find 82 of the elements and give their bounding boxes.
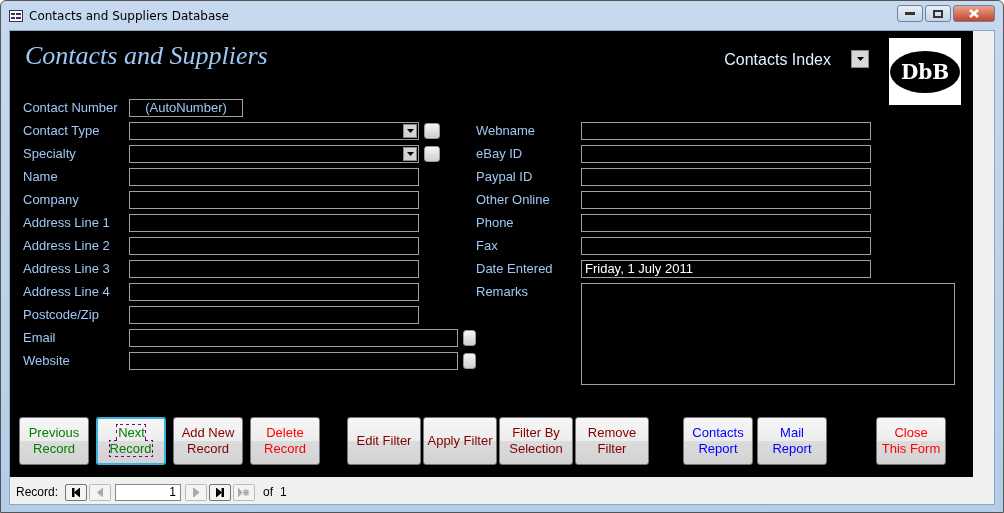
form-button[interactable]: Delete Record <box>250 417 320 465</box>
input-field[interactable] <box>581 122 871 140</box>
input-field[interactable] <box>129 237 419 255</box>
small-button[interactable] <box>424 123 440 139</box>
field-label: Webname <box>476 122 536 140</box>
form-title: Contacts and Suppliers <box>25 41 268 71</box>
index-dropdown[interactable] <box>851 50 869 68</box>
field-label: Paypal ID <box>476 168 534 186</box>
field-label: Address Line 3 <box>23 260 111 278</box>
form-button[interactable]: Add New Record <box>173 417 243 465</box>
field-label: Remarks <box>476 283 529 301</box>
dropdown-button[interactable] <box>403 147 417 161</box>
dropdown-arrow-icon <box>406 129 414 133</box>
input-field[interactable] <box>129 214 419 232</box>
field-label: Name <box>23 168 59 186</box>
field-label: Address Line 2 <box>23 237 111 255</box>
input-field[interactable] <box>129 306 419 324</box>
input-field[interactable] <box>581 168 871 186</box>
field-label: Address Line 1 <box>23 214 111 232</box>
field-label: Company <box>23 191 80 209</box>
new-record-icon <box>238 487 251 497</box>
dropdown-arrow-icon <box>406 152 414 156</box>
field-label: Address Line 4 <box>23 283 111 301</box>
record-of-label: of <box>263 485 274 499</box>
form-button[interactable]: Apply Filter <box>423 417 497 465</box>
field-label: Contact Type <box>23 122 101 140</box>
input-field[interactable] <box>581 191 871 209</box>
field-label: Postcode/Zip <box>23 306 100 324</box>
small-button[interactable] <box>462 353 476 369</box>
input-field[interactable] <box>581 237 871 255</box>
minimize-icon <box>905 12 915 15</box>
input-field[interactable] <box>581 214 871 232</box>
dropdown-button[interactable] <box>403 124 417 138</box>
previous-record-icon <box>97 487 104 497</box>
record-number-field[interactable]: 1 <box>115 483 182 501</box>
form-button[interactable]: Edit Filter <box>347 417 421 465</box>
field-label: Other Online <box>476 191 551 209</box>
combo-box[interactable] <box>129 145 419 163</box>
window-title: Contacts and Suppliers Database <box>29 8 230 23</box>
logo-text: DbB <box>890 50 960 93</box>
form-button[interactable]: Previous Record <box>19 417 89 465</box>
form-icon <box>9 9 23 22</box>
form-button[interactable]: Contacts Report <box>683 417 753 465</box>
small-button[interactable] <box>424 146 440 162</box>
field-label: eBay ID <box>476 145 524 163</box>
form-button[interactable]: Remove Filter <box>575 417 649 465</box>
field-label: Email <box>23 329 57 347</box>
dropdown-arrow-icon <box>856 57 864 61</box>
maximize-icon <box>933 9 943 18</box>
close-button[interactable] <box>953 5 995 22</box>
field-label: Fax <box>476 237 499 255</box>
input-field[interactable] <box>581 145 871 163</box>
record-label: Record: <box>16 485 59 499</box>
form-button[interactable]: Filter By Selection <box>499 417 573 465</box>
input-field: (AutoNumber) <box>129 99 243 117</box>
input-field[interactable]: Friday, 1 July 2011 <box>581 260 871 278</box>
close-icon <box>969 9 979 18</box>
field-label: Specialty <box>23 145 77 163</box>
combo-box[interactable] <box>129 122 419 140</box>
last-record-button[interactable] <box>209 483 232 501</box>
input-field[interactable] <box>129 191 419 209</box>
index-label: Contacts Index <box>724 51 831 69</box>
next-record-icon <box>193 487 200 497</box>
input-field[interactable] <box>129 329 458 347</box>
input-field[interactable] <box>129 260 419 278</box>
minimize-button[interactable] <box>897 5 923 22</box>
field-label: Contact Number <box>23 99 119 117</box>
input-field[interactable] <box>129 352 458 370</box>
form-button[interactable]: Mail Report <box>757 417 827 465</box>
first-record-icon <box>72 487 81 497</box>
input-field[interactable] <box>129 168 419 186</box>
memo-field[interactable] <box>581 283 955 385</box>
input-field[interactable] <box>129 283 419 301</box>
field-label: Website <box>23 352 71 370</box>
first-record-button[interactable] <box>65 483 88 501</box>
form-button[interactable]: Next Record <box>96 417 166 465</box>
field-label: Phone <box>476 214 515 232</box>
record-total: 1 <box>280 485 287 499</box>
field-label: Date Entered <box>476 260 554 278</box>
maximize-button[interactable] <box>925 5 951 22</box>
last-record-icon <box>216 487 225 497</box>
small-button[interactable] <box>462 330 476 346</box>
